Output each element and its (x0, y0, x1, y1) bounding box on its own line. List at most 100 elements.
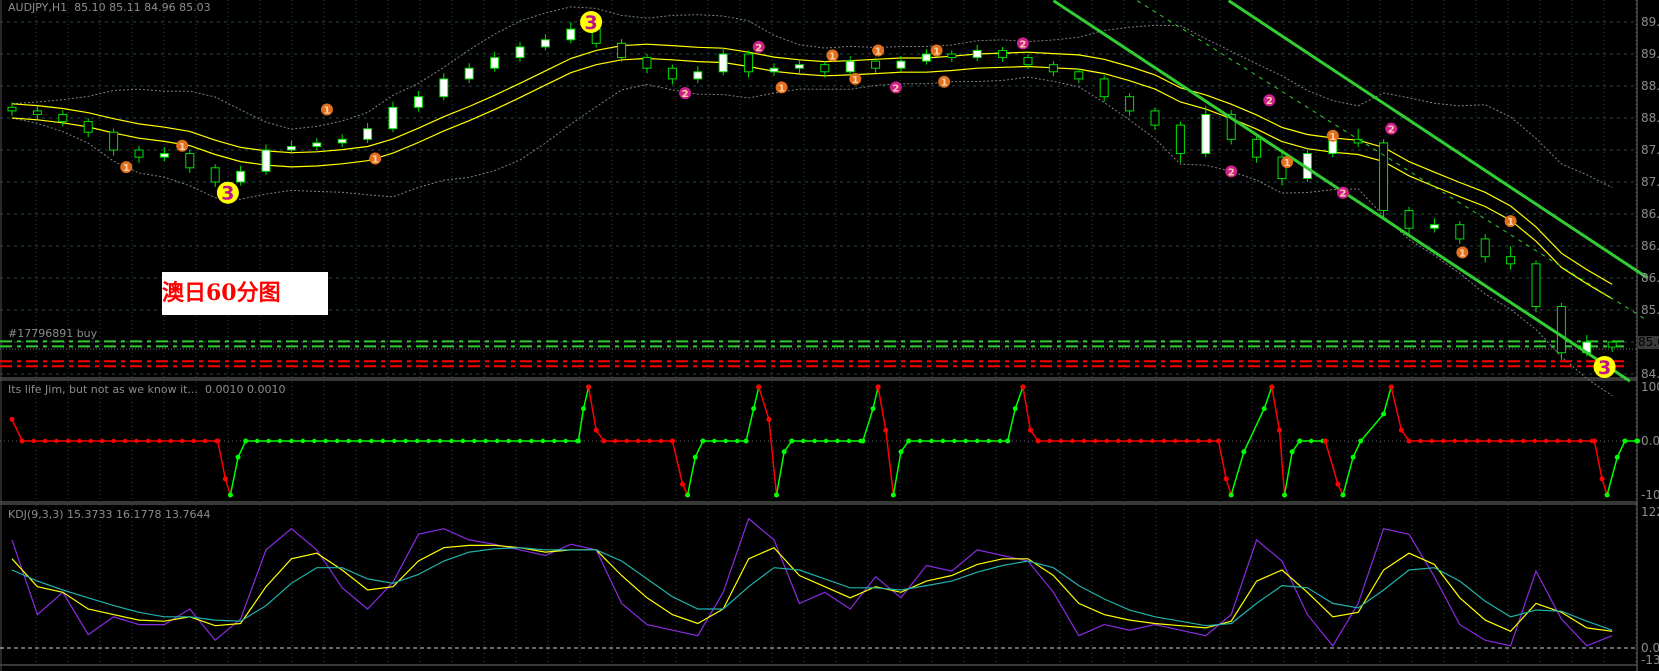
candle (1353, 128, 1363, 148)
indicator-dot (99, 438, 105, 444)
signal-marker: 1 (176, 139, 189, 153)
indicator-line (758, 386, 778, 496)
indicator-dot (1269, 384, 1275, 390)
indicator-dot (1521, 438, 1526, 444)
candle-body (921, 53, 931, 62)
indicator-dot (624, 438, 629, 444)
candle (794, 58, 804, 74)
indicator-dot (1635, 438, 1641, 444)
candle-body (261, 149, 271, 172)
candle (261, 144, 271, 175)
marker-label: 2 (682, 89, 689, 100)
indicator-dot (179, 438, 185, 444)
candle-body (1125, 96, 1135, 112)
bollinger-lower (11, 76, 1613, 397)
indicator-dot (1058, 438, 1064, 444)
ma-upper-line (11, 43, 1613, 285)
indicator-dot (403, 438, 408, 444)
signal-marker: 2 (1263, 94, 1276, 107)
candle (845, 56, 855, 77)
indicator-dot (122, 438, 128, 444)
indicator-dot (940, 438, 946, 444)
candle (1429, 218, 1439, 233)
indicator-dot (1406, 438, 1412, 444)
indicator-dot (157, 438, 162, 444)
indicator-dot (1486, 438, 1492, 444)
indicator-dot (506, 438, 511, 444)
indicator-dot (1604, 492, 1610, 498)
indicator-dot (975, 438, 980, 444)
candle-body (1404, 209, 1414, 229)
candle (947, 50, 957, 62)
indicator-dot (680, 481, 686, 487)
candle-body (972, 49, 982, 59)
candle-body (210, 167, 220, 183)
signal-marker: 3 (216, 181, 239, 205)
candle-body (1455, 224, 1465, 240)
indicator-dot (1578, 438, 1583, 444)
candle (1175, 121, 1185, 163)
candle-body (363, 128, 373, 140)
candle (566, 22, 576, 44)
indicator-dot (227, 492, 233, 498)
candle-body (312, 142, 322, 147)
indicator-dot (1622, 438, 1628, 444)
indicator-dot (357, 438, 363, 444)
trend-channel-line (1227, 0, 1649, 280)
marker-label: 1 (1459, 248, 1466, 259)
candle-body (490, 57, 500, 69)
price-tick-label: 88.2 (1641, 111, 1659, 125)
indicator-dot (1358, 438, 1364, 444)
indicator-dot (890, 492, 896, 498)
indicator-dot (1261, 406, 1267, 412)
indicator-dot (1173, 438, 1178, 444)
indicator-dot (191, 438, 196, 444)
candle-body (1480, 238, 1490, 258)
indicator-dot (1452, 438, 1457, 444)
indicator-dot (669, 438, 675, 444)
indicator-dot (1081, 438, 1087, 444)
price-tick-label: 85.5 (1641, 303, 1659, 317)
indicator-dot (1115, 438, 1121, 444)
indicator-dot (1216, 438, 1221, 444)
indicator-dot (1566, 438, 1572, 444)
indicator-dot (1138, 438, 1144, 444)
candle (693, 66, 703, 84)
candle-body (1556, 305, 1566, 354)
indicator-dot (460, 438, 466, 444)
indicator-dot (647, 438, 652, 444)
candle (1074, 68, 1084, 84)
candle-body (32, 110, 42, 115)
marker-label: 1 (941, 78, 948, 89)
indicator-line (1324, 440, 1344, 496)
signal-marker: 2 (1016, 37, 1029, 50)
candle (363, 122, 373, 143)
price-tick-label: 89.6 (1641, 15, 1659, 29)
marker-label: 1 (179, 142, 186, 153)
marker-label: 1 (123, 163, 130, 174)
indicator-dot (1150, 438, 1155, 444)
signal-marker: 1 (872, 44, 885, 57)
indicator-dot (529, 438, 534, 444)
indicator-dot (1418, 438, 1423, 444)
indicator-dot (1297, 438, 1303, 444)
candle (515, 41, 525, 62)
candle-body (1506, 256, 1516, 265)
indicator-dot (1241, 449, 1247, 455)
candle-body (718, 53, 728, 73)
indicator-dot (168, 438, 173, 444)
indicator-dot (1381, 411, 1387, 417)
candle (921, 49, 931, 65)
indicator-dot (1276, 427, 1282, 433)
indicator-dot (1543, 438, 1549, 444)
indicator-dot (823, 438, 829, 444)
indicator-dot (77, 438, 82, 444)
candle-body (83, 121, 93, 133)
indicator-dot (1020, 384, 1026, 390)
indicator-dot (54, 438, 59, 444)
indicator-dot (380, 438, 386, 444)
candle-body (464, 67, 474, 80)
candle (1607, 341, 1617, 353)
indicator-dot (789, 438, 795, 444)
indicator-line (1606, 440, 1638, 496)
